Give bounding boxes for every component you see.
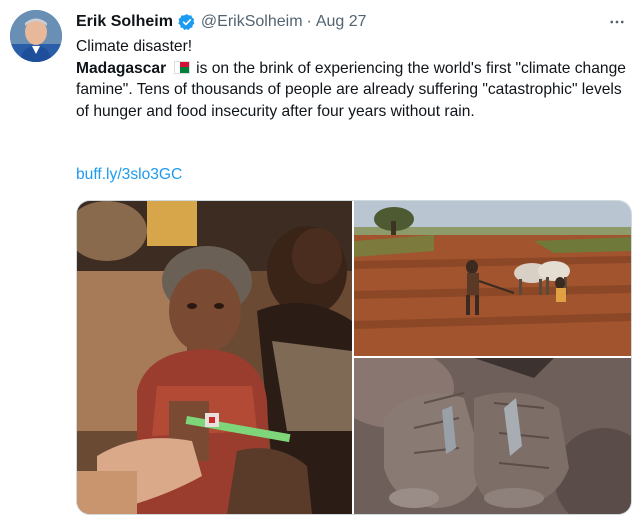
tweet-line-1: Climate disaster! bbox=[76, 38, 193, 55]
author-handle[interactable]: @ErikSolheim bbox=[201, 13, 303, 31]
tweet-header: Erik Solheim @ErikSolheim · Aug 27 bbox=[76, 11, 367, 33]
photo-hands-holding-food[interactable] bbox=[354, 358, 631, 514]
tweet-body: Madagascar is on the brink of experiencin… bbox=[76, 58, 631, 123]
avatar[interactable] bbox=[10, 10, 62, 62]
tweet-date[interactable]: Aug 27 bbox=[316, 13, 367, 31]
photo-ploughing-field[interactable] bbox=[354, 201, 631, 356]
author-name[interactable]: Erik Solheim bbox=[76, 13, 173, 31]
photo-child-wristband[interactable] bbox=[77, 201, 352, 514]
tweet-text: Climate disaster! Madagascar is on the br… bbox=[76, 36, 631, 122]
verified-badge-icon bbox=[178, 13, 196, 31]
separator-dot: · bbox=[306, 13, 312, 30]
tweet: Erik Solheim @ErikSolheim · Aug 27 Clima… bbox=[0, 0, 641, 523]
more-horizontal-icon[interactable] bbox=[606, 11, 628, 33]
tweet-link[interactable]: buff.ly/3slo3GC bbox=[76, 166, 182, 184]
madagascar-flag-icon bbox=[174, 60, 191, 74]
bold-word: Madagascar bbox=[76, 59, 167, 77]
media-grid bbox=[76, 200, 632, 515]
